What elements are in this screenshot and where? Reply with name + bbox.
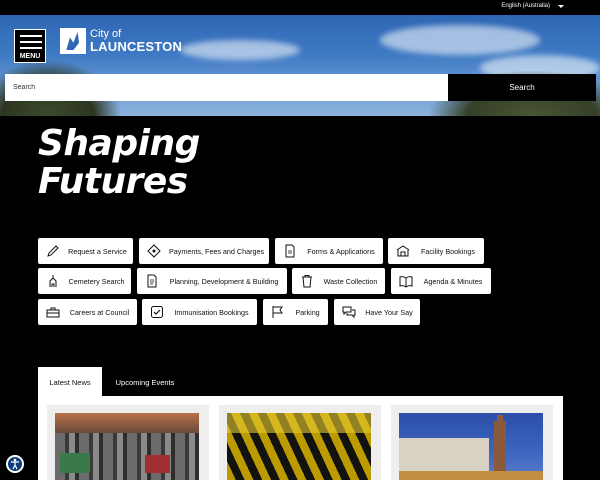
quick-link-parking[interactable]: Parking <box>263 299 328 325</box>
briefcase-icon <box>46 305 60 319</box>
chevron-down-icon <box>558 4 564 8</box>
news-card[interactable] <box>47 405 209 480</box>
quick-link-label: Planning, Development & Building <box>169 276 279 286</box>
quick-link-facility[interactable]: Facility Bookings <box>388 238 484 264</box>
quick-link-label: Waste Collection <box>323 276 378 286</box>
quick-link-label: Have Your Say <box>365 307 413 317</box>
tab-latest-news[interactable]: Latest News <box>38 367 102 397</box>
checkbox-icon <box>150 305 164 319</box>
quick-link-waste[interactable]: Waste Collection <box>292 268 385 294</box>
accessibility-button[interactable] <box>6 455 24 473</box>
cloud-shape <box>380 25 540 55</box>
ticket-icon <box>147 244 161 258</box>
logo-mark-icon <box>60 28 86 54</box>
quick-link-payments[interactable]: Payments, Fees and Charges <box>139 238 269 264</box>
menu-label: MENU <box>19 53 41 60</box>
menu-button[interactable]: MENU <box>14 29 46 63</box>
city-logo[interactable]: City of LAUNCESTON <box>60 28 182 54</box>
bin-icon <box>300 274 314 288</box>
quick-link-have-your-say[interactable]: Have Your Say <box>334 299 420 325</box>
quick-link-request-service[interactable]: Request a Service <box>38 238 133 264</box>
quick-link-agenda[interactable]: Agenda & Minutes <box>391 268 491 294</box>
headline-line1: Shaping <box>38 123 200 164</box>
search-button[interactable]: Search <box>448 74 596 101</box>
building-icon <box>396 244 410 258</box>
hamburger-icon <box>20 35 42 37</box>
quick-link-careers[interactable]: Careers at Council <box>38 299 137 325</box>
news-card-image <box>227 413 371 480</box>
quick-link-label: Agenda & Minutes <box>423 276 483 286</box>
quick-link-planning[interactable]: Planning, Development & Building <box>137 268 287 294</box>
page-headline: Shaping Futures <box>38 125 200 201</box>
quick-link-immunisation[interactable]: Immunisation Bookings <box>142 299 257 325</box>
quick-link-forms[interactable]: Forms & Applications <box>275 238 383 264</box>
church-icon <box>46 274 60 288</box>
quick-link-label: Careers at Council <box>69 307 130 317</box>
news-card[interactable] <box>219 405 381 480</box>
language-label: English (Australia) <box>501 3 550 9</box>
cloud-shape <box>180 40 300 60</box>
plans-icon <box>145 274 159 288</box>
quick-link-label: Forms & Applications <box>307 246 375 256</box>
quick-link-label: Immunisation Bookings <box>174 307 249 317</box>
document-icon <box>283 244 297 258</box>
quick-link-label: Parking <box>295 307 320 317</box>
news-card-image <box>55 413 199 480</box>
top-bar: English (Australia) <box>0 0 600 15</box>
book-icon <box>399 274 413 288</box>
flag-icon <box>271 305 285 319</box>
speech-icon <box>342 305 356 319</box>
logo-line2: LAUNCESTON <box>90 39 183 54</box>
quick-link-label: Payments, Fees and Charges <box>169 246 265 256</box>
quick-link-label: Facility Bookings <box>421 246 475 256</box>
quick-link-label: Cemetery Search <box>68 276 125 286</box>
quick-link-label: Request a Service <box>68 246 127 256</box>
tab-upcoming-events[interactable]: Upcoming Events <box>104 367 186 397</box>
accessibility-icon <box>11 458 19 470</box>
quick-link-cemetery[interactable]: Cemetery Search <box>38 268 131 294</box>
news-card[interactable] <box>391 405 553 480</box>
news-card-image <box>399 413 543 480</box>
pencil-icon <box>46 244 60 258</box>
language-selector[interactable]: English (Australia) <box>501 3 564 9</box>
search-input[interactable] <box>5 74 448 101</box>
headline-line2: Futures <box>38 161 188 202</box>
